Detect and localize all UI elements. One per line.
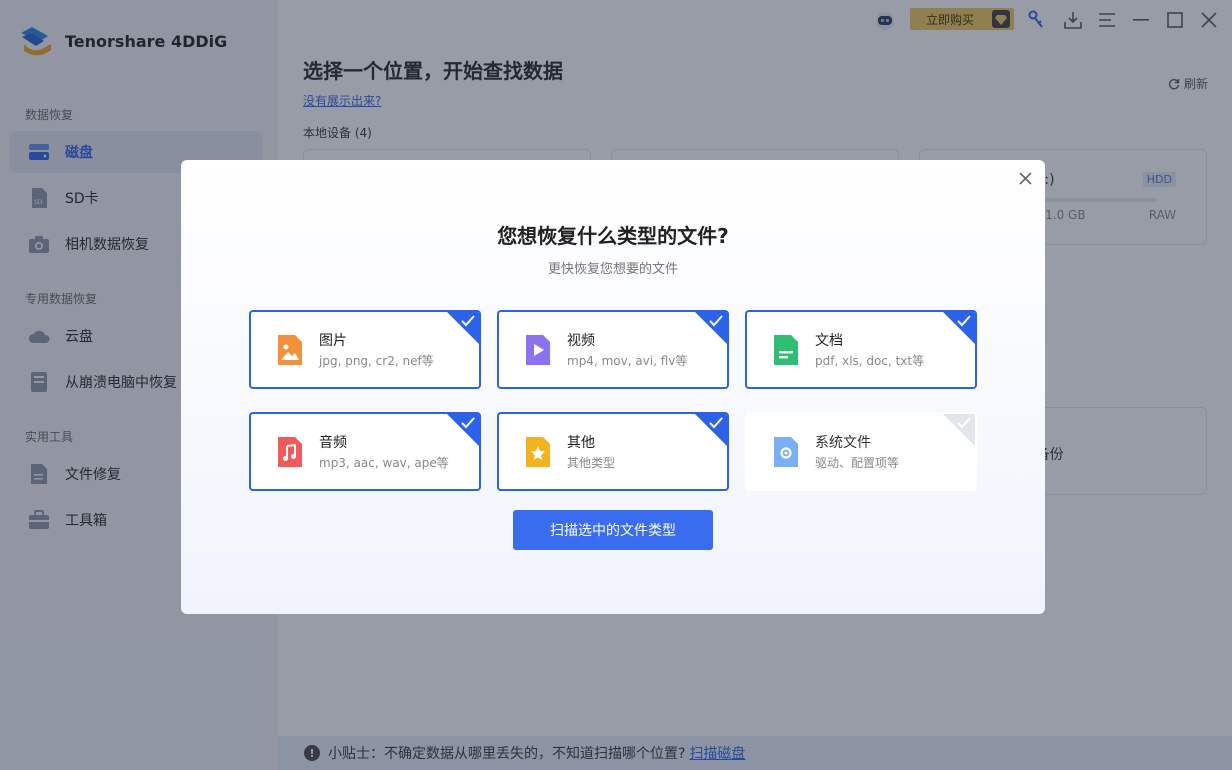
checkmark-icon: [709, 417, 723, 429]
file-type-name: 文档: [815, 333, 843, 349]
file-type-audio[interactable]: 音频 mp3, aac, wav, ape等: [249, 412, 481, 491]
audio-icon: [278, 437, 302, 467]
file-type-system[interactable]: 系统文件 驱动、配置项等: [745, 412, 977, 491]
checkmark-icon: [461, 417, 475, 429]
file-type-extensions: mp3, aac, wav, ape等: [319, 456, 449, 470]
checkmark-icon: [957, 315, 971, 327]
file-type-extensions: pdf, xls, doc, txt等: [815, 354, 925, 368]
system-file-icon: [774, 437, 798, 467]
checkmark-icon: [709, 315, 723, 327]
file-type-extensions: 驱动、配置项等: [815, 456, 900, 470]
file-type-name: 图片: [319, 333, 347, 349]
file-type-image[interactable]: 图片 jpg, png, cr2, nef等: [249, 310, 481, 389]
video-icon: [526, 335, 550, 365]
file-type-extensions: mp4, mov, avi, flv等: [567, 354, 688, 368]
image-icon: [278, 335, 302, 365]
checkmark-icon: [957, 417, 971, 429]
checkmark-icon: [461, 315, 475, 327]
file-type-other[interactable]: 其他 其他类型: [497, 412, 729, 491]
close-dialog-button[interactable]: [1015, 168, 1035, 188]
file-type-name: 系统文件: [815, 435, 871, 451]
file-type-name: 其他: [567, 435, 595, 451]
file-type-extensions: jpg, png, cr2, nef等: [319, 354, 434, 368]
file-type-video[interactable]: 视频 mp4, mov, avi, flv等: [497, 310, 729, 389]
file-type-extensions: 其他类型: [567, 456, 616, 470]
file-type-name: 音频: [319, 435, 347, 451]
file-type-name: 视频: [567, 333, 595, 349]
other-icon: [526, 437, 550, 467]
dialog-subtitle: 更快恢复您想要的文件: [547, 262, 678, 277]
file-type-document[interactable]: 文档 pdf, xls, doc, txt等: [745, 310, 977, 389]
dialog-title: 您想恢复什么类型的文件?: [497, 224, 729, 248]
document-icon: [774, 335, 798, 365]
close-icon: [1018, 171, 1032, 185]
scan-selected-types-button[interactable]: 扫描选中的文件类型: [513, 510, 713, 550]
file-type-dialog: 您想恢复什么类型的文件? 更快恢复您想要的文件 图片 jpg, png, cr2…: [181, 160, 1045, 614]
